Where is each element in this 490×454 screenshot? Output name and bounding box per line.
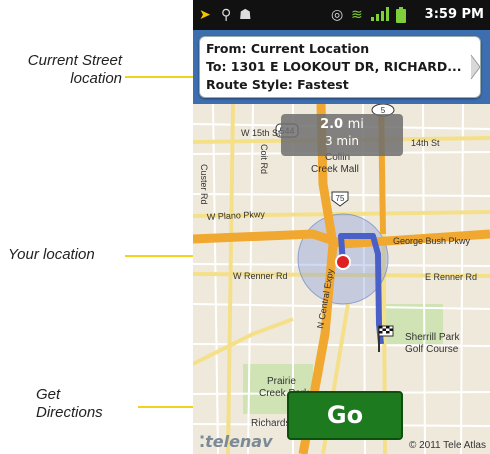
sync-icon: ◎ — [331, 7, 344, 23]
go-button[interactable]: Go — [287, 391, 403, 440]
chevron-right-icon[interactable] — [468, 53, 482, 81]
route-to: To: 1301 E LOOKOUT DR, RICHARD... — [206, 59, 462, 74]
map-copyright: © 2011 Tele Atlas — [408, 440, 486, 451]
telenav-wordmark: telenav — [205, 432, 273, 451]
usb-icon: ⚲ — [221, 7, 232, 23]
label-sherrill-2: Golf Course — [405, 344, 459, 355]
network-icon: ≋ — [351, 7, 363, 23]
callout-get-line1: Get — [36, 386, 61, 403]
label-w-renner: W Renner Rd — [233, 271, 288, 281]
callout-get-line2: Directions — [36, 404, 103, 421]
label-custer: Custer Rd — [199, 164, 209, 205]
signal-icon — [371, 7, 391, 25]
battery-icon — [396, 7, 406, 27]
trip-distance-unit: mi — [347, 117, 364, 132]
telenav-logo: ⁚telenav — [199, 432, 273, 451]
label-bush: George Bush Pkwy — [393, 236, 471, 246]
label-sherrill-1: Sherrill Park — [405, 332, 460, 343]
label-coit: Coit Rd — [259, 144, 269, 174]
trip-distance: 2.0 mi — [281, 117, 403, 132]
current-location-marker — [335, 254, 351, 270]
route-from: From: Current Location — [206, 41, 370, 56]
callout-current-street-line2: location — [70, 70, 122, 87]
trip-distance-value: 2.0 — [320, 117, 344, 132]
android-icon: ☗ — [239, 7, 252, 23]
route-summary-panel[interactable]: From: Current Location To: 1301 E LOOKOU… — [199, 36, 481, 98]
callout-current-street-line1: Current Street — [27, 52, 122, 69]
label-14th: 14th St — [411, 138, 440, 148]
trip-duration: 3 min — [324, 134, 360, 148]
label-e-renner: E Renner Rd — [425, 272, 477, 282]
trip-summary-overlay: 2.0 mi 3 min — [281, 114, 403, 156]
status-bar: ➤ ⚲ ☗ ◎ ≋ 3:59 PM — [193, 0, 490, 30]
callout-your-location: Your location — [8, 246, 95, 263]
label-w15th: W 15th St — [241, 128, 281, 138]
label-creek-mall: Creek Mall — [311, 164, 359, 175]
callout-get-directions: Get Directions — [36, 386, 103, 422]
label-prairie-1: Prairie — [267, 376, 296, 387]
status-time: 3:59 PM — [424, 7, 484, 22]
route-style: Route Style: Fastest — [206, 77, 349, 92]
phone-screen: ➤ ⚲ ☗ ◎ ≋ 3:59 PM From: Current Location… — [193, 0, 490, 454]
svg-text:75: 75 — [336, 194, 345, 203]
callout-current-street: Current Street location — [10, 52, 122, 88]
navigation-arrow-icon: ➤ — [199, 7, 211, 23]
callout-street-pointer — [125, 76, 197, 78]
